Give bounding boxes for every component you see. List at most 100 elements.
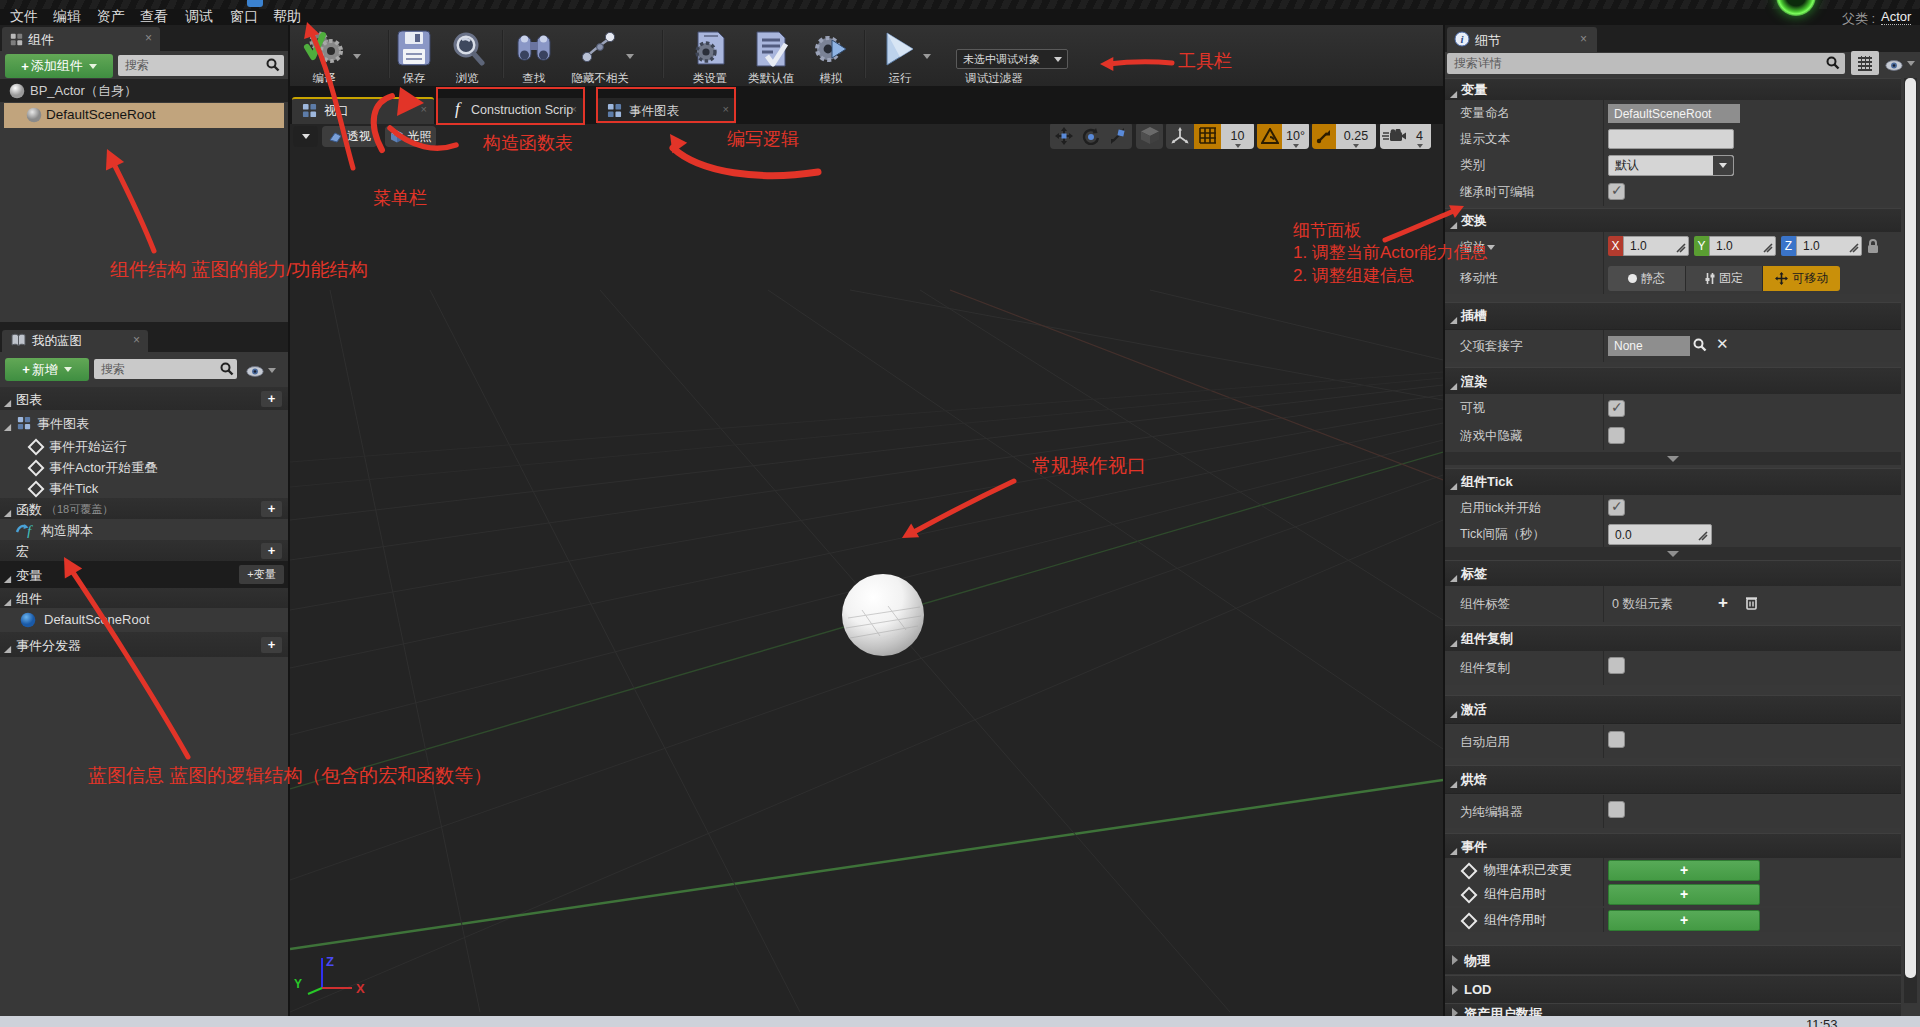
toolbar-button-编译[interactable] <box>301 27 347 67</box>
toolbar-dropdown-icon[interactable] <box>626 54 634 59</box>
list-header-事件分发器[interactable]: 事件分发器+ <box>0 632 288 657</box>
details-header-variable[interactable]: 变量 <box>1445 78 1901 102</box>
list-item-事件Tick[interactable]: 事件Tick <box>0 477 288 498</box>
list-header-组件[interactable]: 组件 <box>0 588 288 608</box>
add-element-icon[interactable]: + <box>1718 593 1728 613</box>
add-component-button[interactable]: +添加组件 <box>5 54 113 78</box>
category-dropdown[interactable]: 默认 <box>1608 155 1734 176</box>
surface-snap-icon[interactable] <box>1166 124 1194 149</box>
viewport-options-button[interactable] <box>293 126 318 147</box>
details-header-rendering[interactable]: 渲染 <box>1445 367 1901 396</box>
details-header-cooking[interactable]: 烘焙 <box>1445 765 1901 794</box>
camera-speed-icon[interactable] <box>1380 124 1408 149</box>
rotate-tool-icon[interactable] <box>1077 124 1104 149</box>
rotation-snap-group[interactable]: 10° <box>1257 124 1309 149</box>
list-header-变量[interactable]: 变量+变量 <box>0 561 288 588</box>
list-header-函数[interactable]: 函数（18可覆盖）+ <box>0 498 288 519</box>
list-item-事件Actor开始重叠[interactable]: 事件Actor开始重叠 <box>0 456 288 477</box>
tab-components[interactable]: 组件× <box>2 27 160 51</box>
details-eye-dropdown-icon[interactable] <box>1907 61 1915 66</box>
coordinate-space-button[interactable] <box>1136 124 1163 149</box>
add-事件分发器-button[interactable]: + <box>261 637 282 653</box>
details-header-transform[interactable]: 变换 <box>1445 208 1901 234</box>
menu-5[interactable]: 窗口 <box>230 9 258 25</box>
x-scale-field[interactable]: 1.0 <box>1623 236 1689 256</box>
tree-row-bp-actor[interactable]: BP_Actor（自身） <box>0 79 288 102</box>
instance-editable-checkbox[interactable] <box>1608 183 1625 200</box>
rotation-snap-value[interactable]: 10° <box>1282 124 1309 149</box>
os-taskbar[interactable]: 11:53 <box>0 1016 1920 1027</box>
parent-class-value[interactable]: Actor <box>1881 9 1911 25</box>
toolbar-button-类设置[interactable] <box>692 27 728 67</box>
doc-tab-Construction Scrip[interactable]: fConstruction Scrip× <box>437 98 584 124</box>
camera-speed-group[interactable]: 4 <box>1380 124 1431 149</box>
details-search-input[interactable]: 搜索详情 <box>1447 53 1845 74</box>
details-scrollbar-thumb[interactable] <box>1905 78 1916 978</box>
camera-speed-value[interactable]: 4 <box>1408 124 1431 149</box>
toolbar-button-保存[interactable] <box>397 27 431 67</box>
add-event-button[interactable]: + <box>1608 910 1760 931</box>
debug-object-dropdown[interactable]: 未选中调试对象 <box>956 49 1068 69</box>
details-collapsed-LOD[interactable]: LOD <box>1445 975 1901 1004</box>
tree-row-defaultsceneroot[interactable]: DefaultSceneRoot <box>4 103 284 128</box>
world-space-cube-icon[interactable] <box>1136 124 1163 149</box>
property-matrix-button[interactable] <box>1851 51 1879 75</box>
my-blueprint-tab-close-icon[interactable]: × <box>133 333 140 347</box>
tooltip-field[interactable] <box>1608 129 1734 149</box>
transform-tools-group[interactable] <box>1050 124 1132 149</box>
menu-2[interactable]: 资产 <box>97 9 125 25</box>
add-event-button[interactable]: + <box>1608 860 1760 881</box>
tick-interval-field[interactable]: 0.0 <box>1608 524 1712 545</box>
list-item-事件开始运行[interactable]: 事件开始运行 <box>0 435 288 456</box>
details-header-component-tick[interactable]: 组件Tick <box>1445 468 1901 496</box>
details-header-tags[interactable]: 标签 <box>1445 560 1901 588</box>
tab-details[interactable]: i细节× <box>1447 27 1597 52</box>
hidden-in-game-checkbox[interactable] <box>1608 427 1625 444</box>
list-item-构造脚本[interactable]: f构造脚本 <box>0 519 288 540</box>
menu-6[interactable]: 帮助 <box>273 9 301 25</box>
components-tab-close-icon[interactable]: × <box>145 31 152 45</box>
list-item-DefaultSceneRoot[interactable]: DefaultSceneRoot <box>0 608 288 632</box>
menu-1[interactable]: 编辑 <box>53 9 81 25</box>
replicates-checkbox[interactable] <box>1608 657 1625 674</box>
toolbar-button-隐藏不相关[interactable] <box>580 27 620 67</box>
menu-3[interactable]: 查看 <box>140 9 168 25</box>
list-header-图表[interactable]: 图表+ <box>0 387 288 410</box>
details-tab-close-icon[interactable]: × <box>1580 32 1587 46</box>
details-header-sockets[interactable]: 插槽 <box>1445 302 1901 330</box>
perspective-button[interactable]: 透视 <box>322 126 377 147</box>
visible-checkbox[interactable] <box>1608 400 1625 417</box>
tick-enabled-checkbox[interactable] <box>1608 499 1625 516</box>
add-图表-button[interactable]: + <box>261 391 282 407</box>
details-header-activation[interactable]: 激活 <box>1445 695 1901 724</box>
add-variable-button[interactable]: +变量 <box>239 565 284 584</box>
toolbar-button-浏览[interactable] <box>449 27 485 67</box>
rotation-snap-icon[interactable] <box>1257 124 1282 149</box>
grid-snap-group[interactable]: 10 <box>1166 124 1254 149</box>
tab-close-icon[interactable]: × <box>723 103 729 115</box>
scale-snap-icon[interactable] <box>1312 124 1336 149</box>
socket-clear-icon[interactable]: ✕ <box>1716 335 1729 353</box>
tick-expander[interactable] <box>1445 547 1901 560</box>
rendering-expander[interactable] <box>1445 452 1901 465</box>
mobility-segmented-control[interactable]: 静态固定可移动 <box>1608 266 1840 291</box>
parent-socket-field[interactable]: None <box>1608 336 1690 356</box>
variable-name-field[interactable]: DefaultSceneRoot <box>1608 104 1740 123</box>
toolbar-button-类默认值[interactable] <box>753 27 789 67</box>
tab-close-icon[interactable]: × <box>421 103 427 115</box>
viewport-3d[interactable]: Z X Y透视光照 10 10° 0.25 4 <box>290 124 1443 1016</box>
details-header-events[interactable]: 事件 <box>1445 833 1901 860</box>
doc-tab-视口[interactable]: 视口× <box>292 97 434 126</box>
add-宏-button[interactable]: + <box>261 543 282 559</box>
my-blueprint-search-input[interactable]: 搜索 <box>94 359 237 379</box>
mobility-option-可移动[interactable]: 可移动 <box>1762 266 1840 291</box>
menu-4[interactable]: 调试 <box>185 9 213 25</box>
tab-close-icon[interactable]: × <box>571 103 577 115</box>
add-函数-button[interactable]: + <box>261 501 282 517</box>
toolbar-button-模拟[interactable] <box>812 27 850 67</box>
mobility-option-静态[interactable]: 静态 <box>1608 266 1685 291</box>
z-scale-field[interactable]: 1.0 <box>1796 236 1862 256</box>
add-event-button[interactable]: + <box>1608 884 1760 905</box>
y-scale-field[interactable]: 1.0 <box>1709 236 1776 256</box>
mobility-option-固定[interactable]: 固定 <box>1685 266 1763 291</box>
